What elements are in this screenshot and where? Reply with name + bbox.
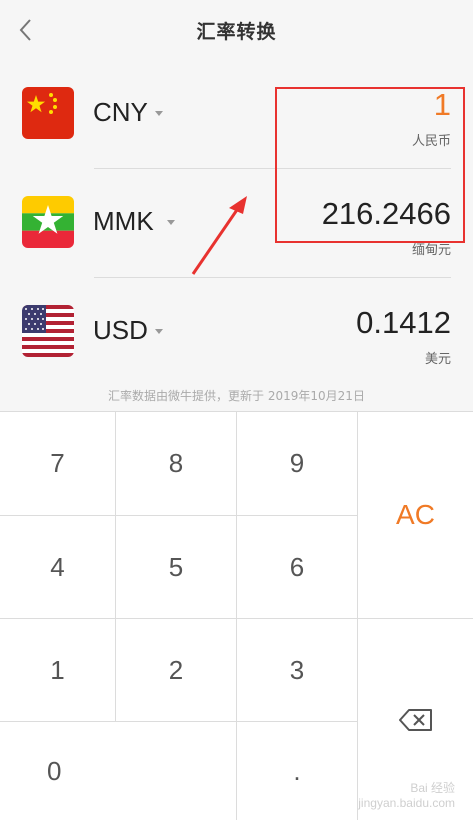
watermark: Bai 经验 jingyan.baidu.com [358,781,455,810]
key-0[interactable]: 0 [0,722,236,820]
key-2[interactable]: 2 [116,619,236,721]
key-1[interactable]: 1 [0,619,115,721]
caret-down-icon[interactable] [167,220,175,225]
backspace-icon [398,708,432,731]
rate-source-note: 汇率数据由微牛提供，更新于 2019年10月21日 [108,389,365,403]
caret-down-icon[interactable] [155,111,163,116]
currency-value[interactable]: 0.1412 [356,305,451,341]
annotation-highlight-box [275,87,465,243]
key-4[interactable]: 4 [0,516,115,618]
chevron-left-icon [19,19,31,41]
back-button[interactable] [12,15,38,45]
watermark-url: jingyan.baidu.com [358,795,455,810]
currency-row-usd[interactable]: USD 0.1412 美元 [0,278,473,386]
caret-down-icon[interactable] [155,329,163,334]
myanmar-flag-icon [22,196,74,248]
header: 汇率转换 [0,0,473,60]
key-3[interactable]: 3 [237,619,357,721]
annotation-arrow-icon [191,196,247,275]
usa-flag-icon [22,305,74,357]
page-title: 汇率转换 [196,20,277,43]
key-9[interactable]: 9 [237,412,357,515]
key-7[interactable]: 7 [0,412,115,515]
watermark-line: Bai 经验 [410,781,455,796]
currency-code[interactable]: CNY [93,97,148,128]
key-decimal[interactable]: . [237,722,357,820]
currency-code[interactable]: MMK [93,206,154,237]
keypad: 7 8 9 AC 4 5 6 1 2 3 0 . Bai 经验 jingyan.… [0,411,473,820]
china-flag-icon [22,87,74,139]
key-5[interactable]: 5 [116,516,236,618]
clear-button[interactable]: AC [358,412,473,618]
currency-code[interactable]: USD [93,315,148,346]
key-6[interactable]: 6 [237,516,357,618]
key-8[interactable]: 8 [116,412,236,515]
currency-name: 美元 [424,352,451,367]
